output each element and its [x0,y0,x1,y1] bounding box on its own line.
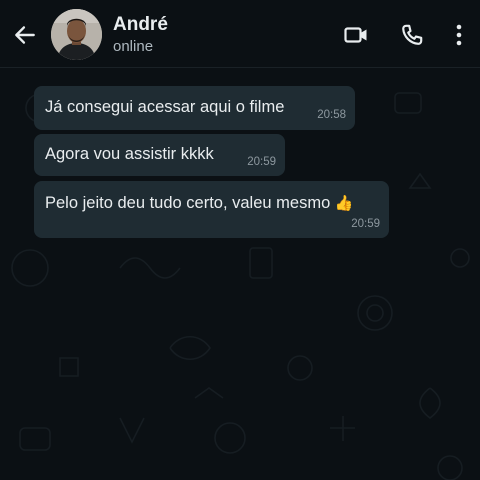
message-text: Pelo jeito deu tudo certo, valeu mesmo 👍 [45,194,354,213]
avatar-photo [51,9,102,60]
contact-avatar[interactable] [51,9,102,60]
phone-icon[interactable] [399,22,425,48]
message-text: Agora vou assistir kkkk [45,145,214,163]
chat-screen: André online Já consegui acessar aqui o … [0,0,480,480]
message-bubble[interactable]: Agora vou assistir kkkk 20:59 [34,134,285,176]
arrow-left-icon[interactable] [12,22,38,48]
message-bubble[interactable]: Pelo jeito deu tudo certo, valeu mesmo 👍… [34,181,389,238]
chat-header: André online [0,0,480,68]
message-bubble[interactable]: Já consegui acessar aqui o filme 20:58 [34,86,355,130]
video-camera-icon[interactable] [343,22,369,48]
message-text-body: Pelo jeito deu tudo certo, valeu mesmo [45,194,331,212]
contact-name[interactable]: André [113,14,168,36]
message-text: Já consegui acessar aqui o filme [45,98,285,116]
more-vertical-icon[interactable] [447,22,471,48]
thumbs-up-icon: 👍 [334,195,354,212]
message-time: 20:58 [317,109,346,121]
message-time: 20:59 [247,156,276,168]
message-time: 20:59 [351,218,380,230]
contact-status: online [113,38,154,55]
